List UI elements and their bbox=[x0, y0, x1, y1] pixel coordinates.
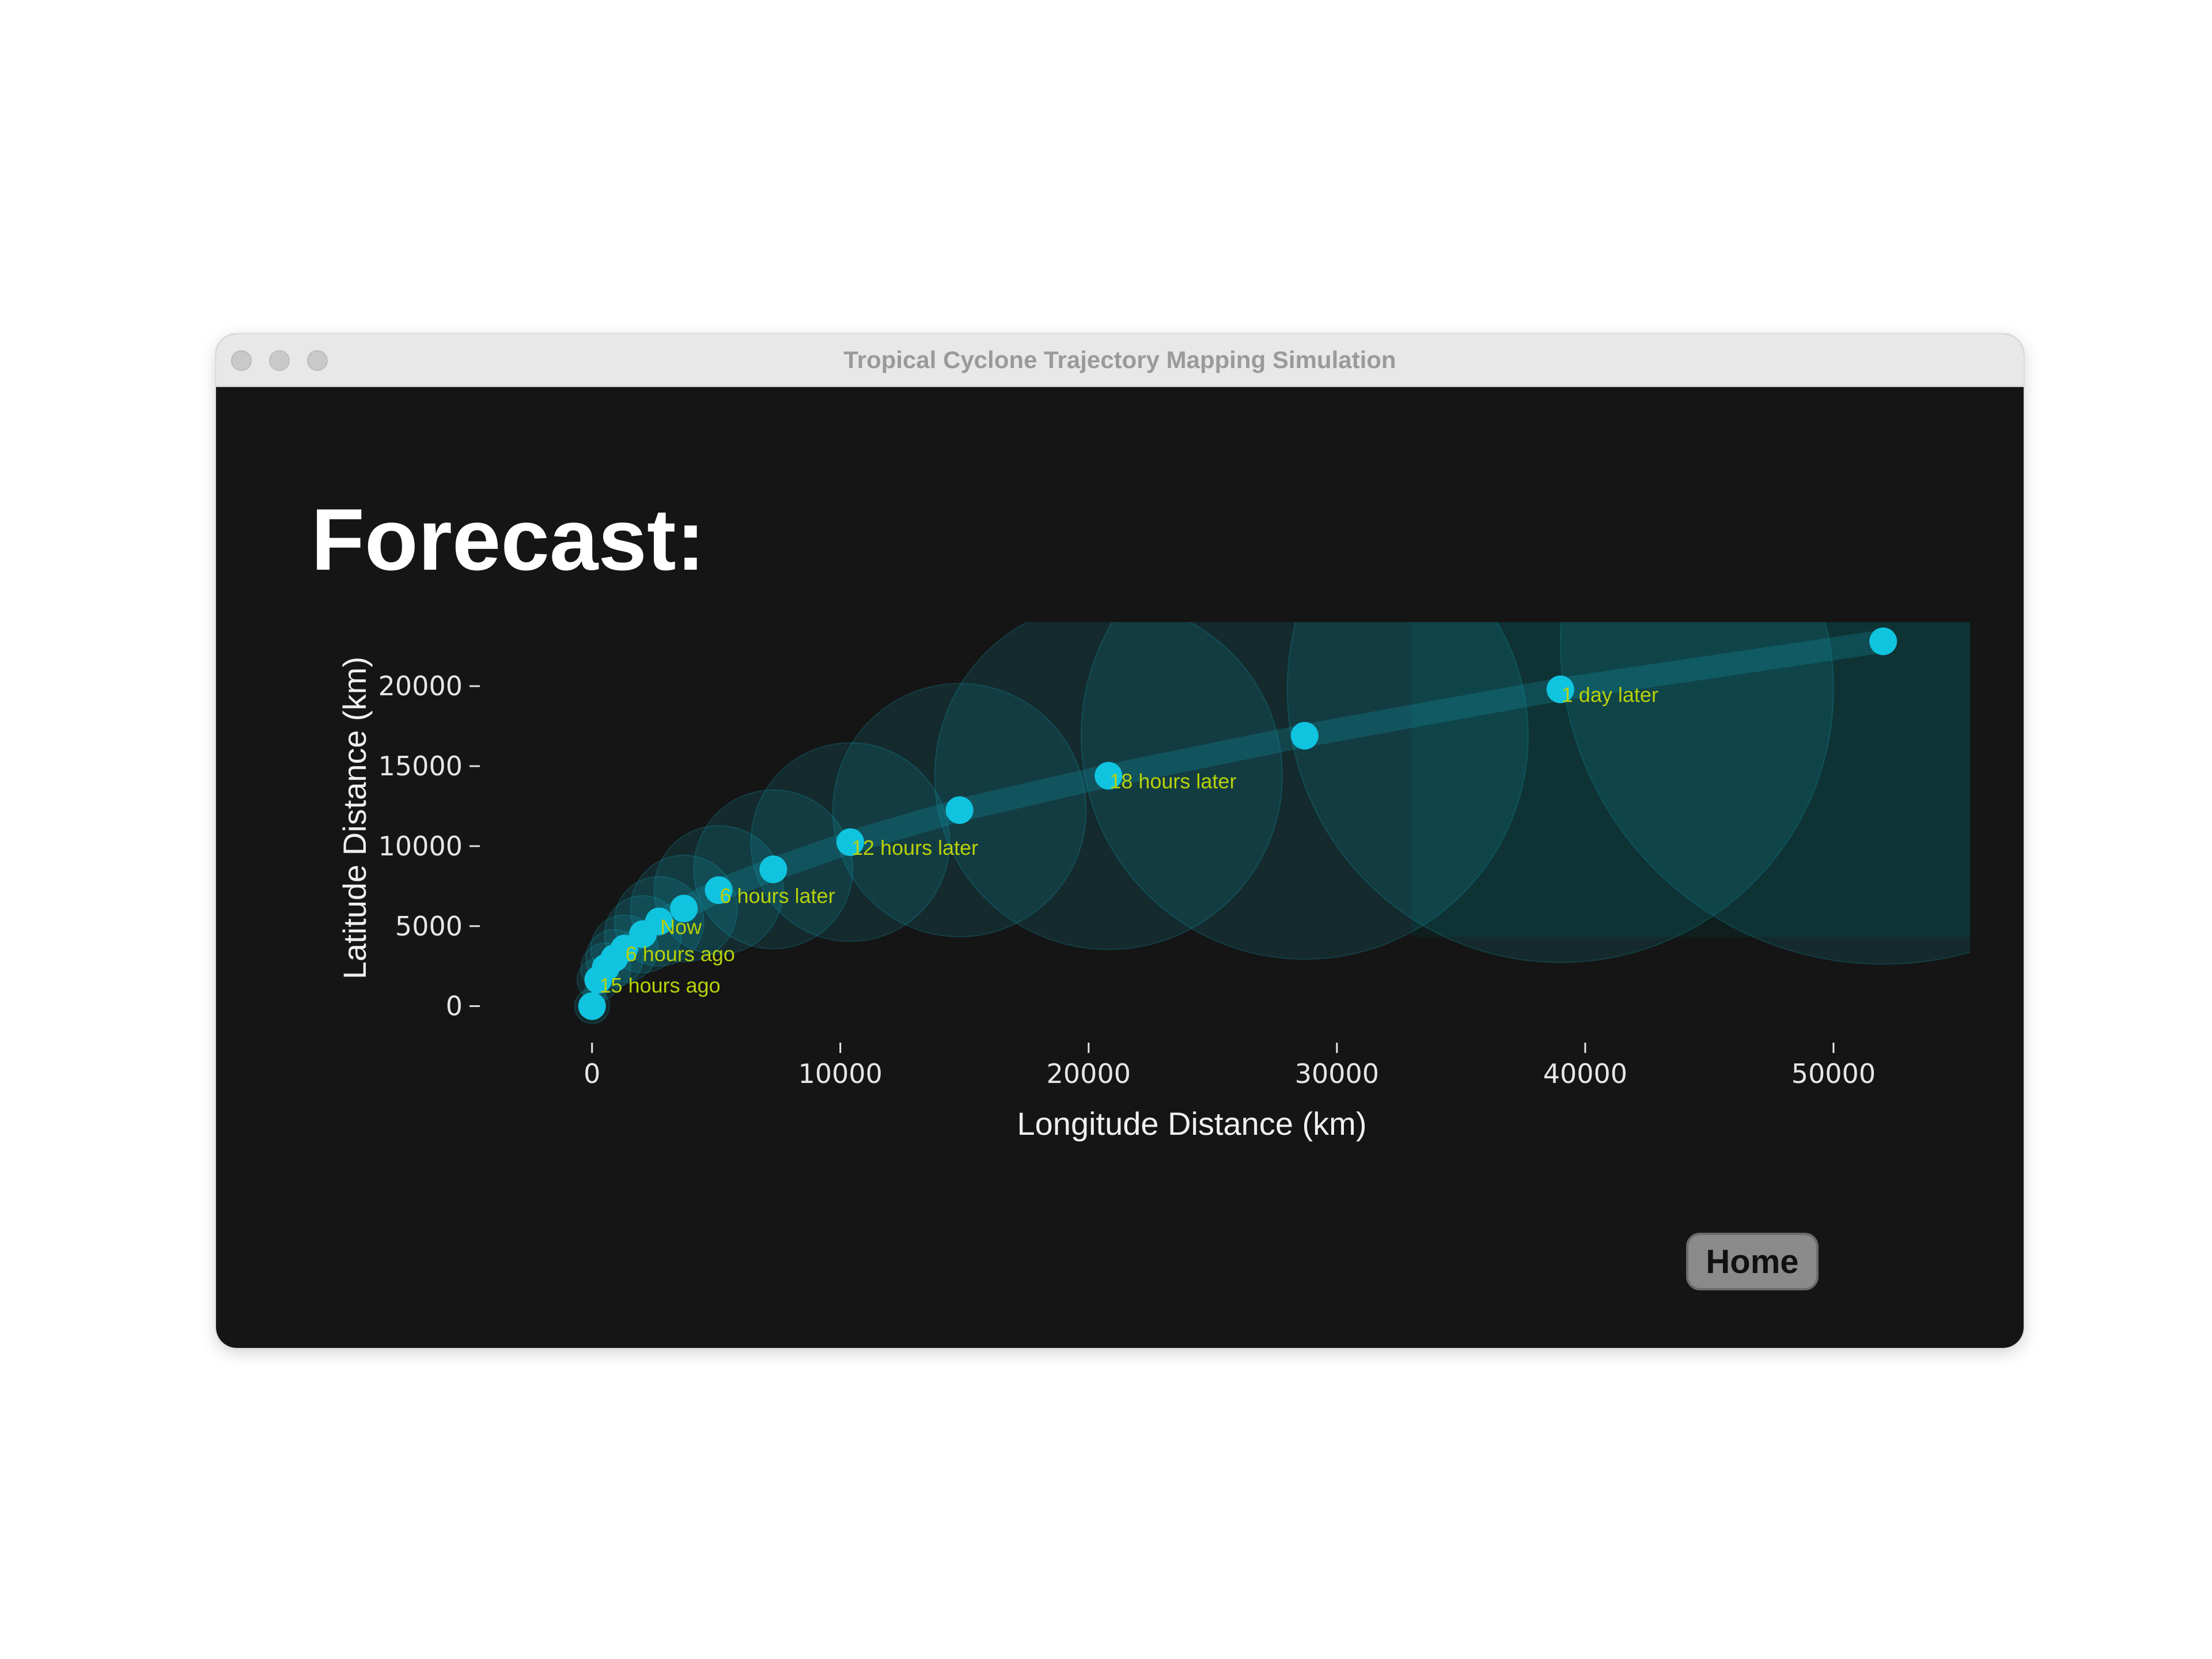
point-label: 6 hours ago bbox=[626, 942, 735, 966]
point-label: Now bbox=[660, 915, 702, 938]
y-tick-label: 15000 bbox=[378, 751, 463, 782]
point-label: 15 hours ago bbox=[600, 974, 721, 997]
point-label: 1 day later bbox=[1562, 683, 1658, 707]
trajectory-point bbox=[1869, 627, 1897, 656]
x-tick-label: 30000 bbox=[1295, 1058, 1379, 1089]
y-tick-label: 0 bbox=[446, 991, 463, 1022]
y-tick-label: 10000 bbox=[378, 831, 463, 862]
x-tick-label: 40000 bbox=[1543, 1058, 1627, 1089]
x-tick-label: 10000 bbox=[798, 1058, 882, 1089]
y-axis-label: Latitude Distance (km) bbox=[336, 657, 373, 979]
point-label: 18 hours later bbox=[1109, 770, 1236, 793]
point-label: 12 hours later bbox=[851, 836, 978, 859]
x-tick-label: 0 bbox=[584, 1058, 600, 1089]
home-button[interactable]: Home bbox=[1686, 1233, 1819, 1290]
point-label: 6 hours later bbox=[720, 884, 835, 907]
x-tick-label: 20000 bbox=[1047, 1058, 1131, 1089]
x-axis-label: Longitude Distance (km) bbox=[1017, 1105, 1367, 1142]
y-tick-label: 5000 bbox=[395, 911, 463, 942]
x-tick-label: 50000 bbox=[1791, 1058, 1876, 1089]
trajectory-point bbox=[1290, 722, 1319, 750]
y-tick-label: 20000 bbox=[378, 671, 463, 702]
trajectory-point bbox=[945, 796, 974, 824]
trajectory-chart: 15 hours ago 6 hours ago Now 6 hours later 1… bbox=[336, 622, 1970, 1142]
app-window: Tropical Cyclone Trajectory Mapping Simu… bbox=[216, 334, 2024, 1348]
trajectory-point bbox=[759, 855, 787, 884]
